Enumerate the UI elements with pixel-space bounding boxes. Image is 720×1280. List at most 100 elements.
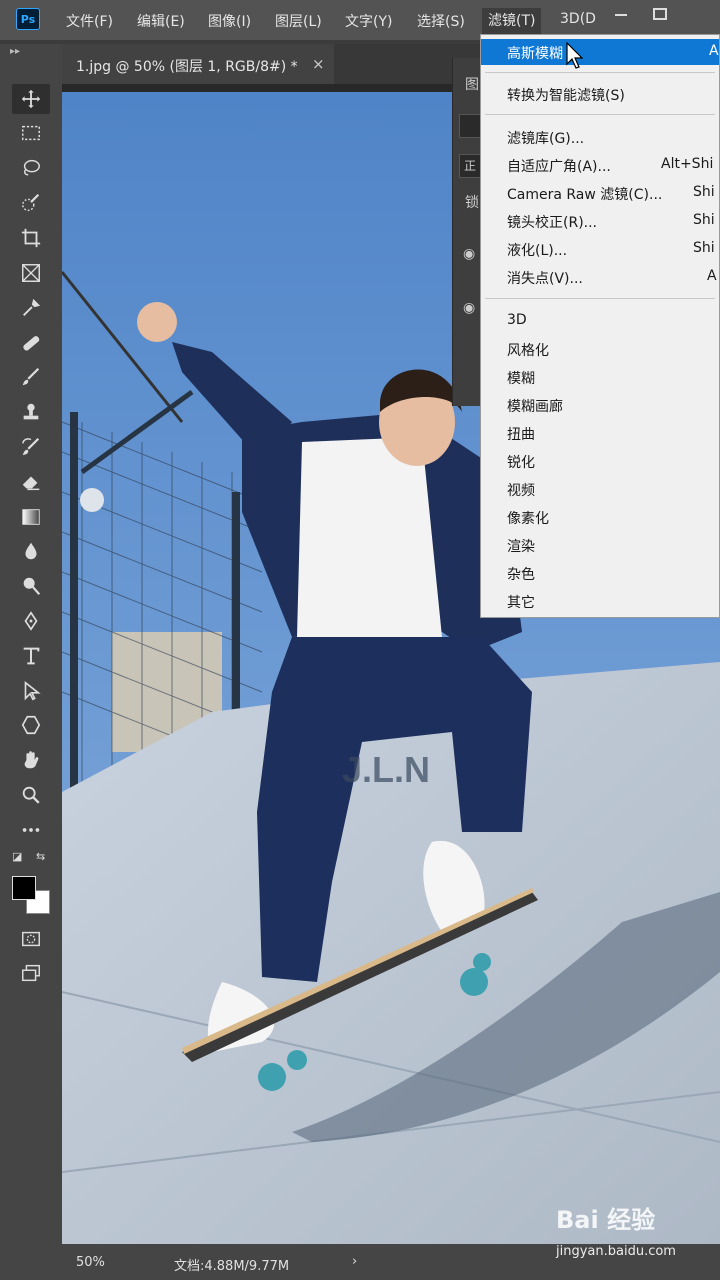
menu-item-shortcut: Shi [693,184,715,200]
dodge-icon[interactable] [12,571,50,601]
gradient-icon[interactable] [12,502,50,532]
menu-item-adaptive-wide-angle[interactable]: 自适应广角(A)... Alt+Shi [481,152,719,178]
foreground-color-swatch[interactable] [12,876,36,900]
menu-item-convert-smart-filter[interactable]: 转换为智能滤镜(S) [481,81,719,107]
screen-mode-icon[interactable] [12,958,50,988]
quick-select-icon[interactable] [12,188,50,218]
svg-text:J.L.N: J.L.N [342,749,430,790]
menu-item-lens-correction[interactable]: 镜头校正(R)... Shi [481,208,719,234]
type-icon[interactable] [12,641,50,671]
blur-icon[interactable] [12,536,50,566]
menu-image[interactable]: 图像(I) [208,11,251,31]
maximize-icon[interactable] [648,6,672,22]
zoom-icon[interactable] [12,780,50,810]
menu-item-camera-raw[interactable]: Camera Raw 滤镜(C)... Shi [481,180,719,206]
photoshop-logo: Ps [16,8,40,30]
document-tab[interactable]: 1.jpg @ 50% (图层 1, RGB/8#) * × [62,44,335,84]
menu-separator [485,298,715,299]
menu-item-label: 转换为智能滤镜(S) [507,88,625,104]
menu-edit[interactable]: 编辑(E) [137,11,185,31]
default-colors-icon[interactable]: ◪ [12,850,22,863]
menu-item-label: 扭曲 [507,427,535,443]
shape-icon[interactable] [12,710,50,740]
menu-item-label: 锐化 [507,455,535,471]
quick-mask-icon[interactable] [12,924,50,954]
healing-icon[interactable] [12,328,50,358]
lasso-icon[interactable] [12,153,50,183]
menu-item-video[interactable]: 视频 [481,476,719,502]
filter-dropdown-menu: 高斯模糊 A 转换为智能滤镜(S) 滤镜库(G)... 自适应广角(A)... … [480,34,720,618]
pen-icon[interactable] [12,606,50,636]
document-size-info: 文档:4.88M/9.77M [174,1259,290,1274]
stamp-icon[interactable] [12,397,50,427]
menu-item-blur[interactable]: 模糊 [481,364,719,390]
hand-icon[interactable] [12,745,50,775]
swap-colors-icon[interactable]: ⇆ [36,850,45,863]
menu-layer[interactable]: 图层(L) [275,11,322,31]
eraser-icon[interactable] [12,467,50,497]
tools-panel: ▸▸ ◪ ⇆ [0,44,62,1280]
baidu-watermark: Bai 经验 jingyan.baidu.com [556,1200,716,1270]
menu-item-label: 高斯模糊 [507,46,563,62]
menu-type[interactable]: 文字(Y) [345,11,392,31]
menu-filter[interactable]: 滤镜(T) [482,8,542,34]
collapse-icon[interactable]: ▸▸ [10,46,20,57]
menu-item-label: 风格化 [507,343,549,359]
menu-item-shortcut: A [707,268,717,284]
watermark-logo: Bai 经验 [556,1206,656,1234]
menu-item-noise[interactable]: 杂色 [481,560,719,586]
eyedropper-icon[interactable] [12,293,50,323]
menu-item-label: 像素化 [507,511,549,527]
menu-item-filter-gallery[interactable]: 滤镜库(G)... [481,124,719,150]
menu-item-sharpen[interactable]: 锐化 [481,448,719,474]
menu-item-shortcut: Shi [693,240,715,256]
menu-item-label: 液化(L)... [507,243,568,259]
menu-item-shortcut: Alt+Shi [661,156,714,172]
menu-item-label: 渲染 [507,539,535,555]
blend-mode-value: 正 [464,159,477,173]
zoom-level[interactable]: 50% [76,1255,105,1270]
menu-item-label: 自适应广角(A)... [507,159,611,175]
menu-select[interactable]: 选择(S) [417,11,465,31]
menu-item-label: 其它 [507,595,535,611]
menu-item-other[interactable]: 其它 [481,588,719,614]
more-icon[interactable] [12,815,50,845]
menu-item-label: 滤镜库(G)... [507,131,585,147]
history-brush-icon[interactable] [12,432,50,462]
menu-item-shortcut: A [709,43,719,59]
menu-item-distort[interactable]: 扭曲 [481,420,719,446]
menu-item-stylize[interactable]: 风格化 [481,336,719,362]
menu-item-label: 3D [507,312,527,328]
frame-icon[interactable] [12,258,50,288]
menu-item-liquify[interactable]: 液化(L)... Shi [481,236,719,262]
menu-file[interactable]: 文件(F) [66,11,113,31]
menu-3d[interactable]: 3D(D [560,11,596,27]
close-icon[interactable]: × [312,55,325,73]
chevron-right-icon[interactable]: › [352,1254,357,1269]
menu-separator [485,72,715,73]
layers-panel-title: 图 [465,77,479,93]
lock-label: 锁 [465,195,479,211]
menu-item-label: 杂色 [507,567,535,583]
watermark-url: jingyan.baidu.com [556,1244,676,1259]
menu-item-vanishing-point[interactable]: 消失点(V)... A [481,264,719,290]
menu-item-label: 模糊 [507,371,535,387]
menu-item-render[interactable]: 渲染 [481,532,719,558]
menu-item-pixelate[interactable]: 像素化 [481,504,719,530]
path-select-icon[interactable] [12,676,50,706]
layer-visibility-icon[interactable]: ◉ [463,300,475,316]
document-tab-title: 1.jpg @ 50% (图层 1, RGB/8#) * [76,59,298,75]
crop-icon[interactable] [12,223,50,253]
layer-visibility-icon[interactable]: ◉ [463,246,475,262]
menu-item-label: 视频 [507,483,535,499]
menu-item-blur-gallery[interactable]: 模糊画廊 [481,392,719,418]
minimize-icon[interactable] [610,6,634,22]
menu-item-label: 消失点(V)... [507,271,583,287]
move-icon[interactable] [12,84,50,114]
mouse-cursor-icon [566,41,584,74]
marquee-icon[interactable] [12,118,50,148]
menu-item-3d[interactable]: 3D [481,308,719,334]
menu-item-gaussian-blur[interactable]: 高斯模糊 A [481,39,719,65]
menu-item-shortcut: Shi [693,212,715,228]
brush-icon[interactable] [12,362,50,392]
